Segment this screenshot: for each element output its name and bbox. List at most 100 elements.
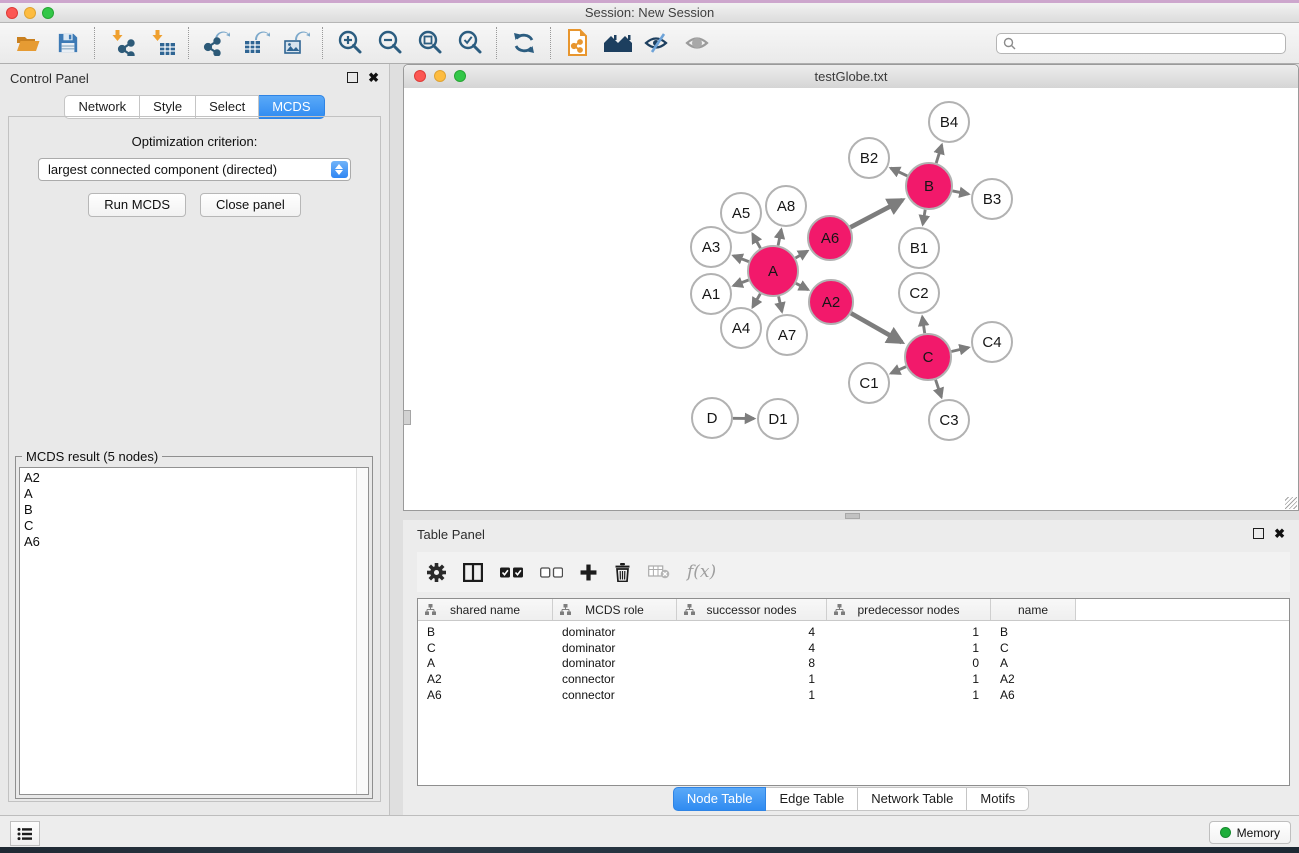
node-D[interactable]: D <box>692 398 732 438</box>
edge-A-A2[interactable] <box>796 283 808 289</box>
node-C3[interactable]: C3 <box>929 400 969 440</box>
float-table-panel-button[interactable] <box>1253 528 1264 539</box>
column-header-predecessor-nodes[interactable]: predecessor nodes <box>827 599 991 620</box>
table-row-c[interactable]: Cdominator41C <box>418 640 1289 656</box>
edge-B-B3[interactable] <box>953 191 969 194</box>
network-window-titlebar[interactable]: testGlobe.txt <box>404 65 1298 89</box>
mcds-result-title: MCDS result (5 nodes) <box>22 449 162 464</box>
result-item-c[interactable]: C <box>20 518 368 534</box>
result-scrollbar[interactable] <box>356 468 368 794</box>
result-item-a2[interactable]: A2 <box>20 470 368 486</box>
zoom-selected-button[interactable] <box>450 25 490 61</box>
edge-A-A8[interactable] <box>778 230 781 246</box>
edge-C-C1[interactable] <box>891 367 906 374</box>
tab-edge-table[interactable]: Edge Table <box>766 787 858 811</box>
deselect-all-button[interactable] <box>540 559 563 585</box>
resize-grip-icon[interactable] <box>1285 497 1297 509</box>
edge-A-A6[interactable] <box>796 251 808 258</box>
node-A1[interactable]: A1 <box>691 274 731 314</box>
zoom-out-button[interactable] <box>370 25 410 61</box>
tab-node-table[interactable]: Node Table <box>673 787 767 811</box>
import-network-button[interactable] <box>102 25 142 61</box>
node-C2[interactable]: C2 <box>899 273 939 313</box>
node-B3[interactable]: B3 <box>972 179 1012 219</box>
node-A2[interactable]: A2 <box>809 280 853 324</box>
show-panels-button[interactable] <box>10 821 40 846</box>
birdseye-button[interactable] <box>678 25 718 61</box>
edge-A-A4[interactable] <box>753 294 761 307</box>
zoom-in-button[interactable] <box>330 25 370 61</box>
zoom-fit-button[interactable] <box>410 25 450 61</box>
select-all-button[interactable] <box>500 559 523 585</box>
run-mcds-button[interactable]: Run MCDS <box>88 193 186 217</box>
new-network-from-selection-button[interactable] <box>558 25 598 61</box>
node-A8[interactable]: A8 <box>766 186 806 226</box>
node-D1[interactable]: D1 <box>758 399 798 439</box>
table-settings-button[interactable] <box>427 559 446 585</box>
canvas-scroll-thumb-horizontal[interactable] <box>845 513 860 519</box>
table-row-a2[interactable]: A2connector11A2 <box>418 671 1289 687</box>
hide-graphics-button[interactable] <box>638 25 678 61</box>
column-header-shared-name[interactable]: shared name <box>418 599 553 620</box>
edge-A2-C[interactable] <box>851 313 902 342</box>
import-table-button[interactable] <box>142 25 182 61</box>
add-column-button[interactable] <box>580 559 597 585</box>
close-table-panel-button[interactable]: ✖ <box>1274 529 1285 539</box>
column-header-MCDS-role[interactable]: MCDS role <box>553 599 677 620</box>
close-panel-button[interactable]: ✖ <box>368 73 379 83</box>
table-row-b[interactable]: Bdominator41B <box>418 624 1289 640</box>
tab-motifs[interactable]: Motifs <box>967 787 1029 811</box>
canvas-scroll-thumb[interactable] <box>403 410 411 425</box>
export-network-button[interactable] <box>196 25 236 61</box>
network-canvas[interactable]: B4 B2 B B3 A8A5 A6 A3 B1 A A1 C2 A2 A4 A7 C4 C C1 C3 D D1 <box>404 88 1298 510</box>
node-C4[interactable]: C4 <box>972 322 1012 362</box>
save-session-button[interactable] <box>48 25 88 61</box>
node-A7[interactable]: A7 <box>767 315 807 355</box>
table-row-a6[interactable]: A6connector11A6 <box>418 687 1289 703</box>
open-session-button[interactable] <box>8 25 48 61</box>
node-A3[interactable]: A3 <box>691 227 731 267</box>
export-table-button[interactable] <box>236 25 276 61</box>
result-item-b[interactable]: B <box>20 502 368 518</box>
edge-A-A3[interactable] <box>733 256 748 262</box>
edge-B-B2[interactable] <box>891 168 908 176</box>
table-row-a[interactable]: Adominator80A <box>418 656 1289 672</box>
edge-B-B1[interactable] <box>923 210 925 225</box>
close-panel-button-mcds[interactable]: Close panel <box>200 193 301 217</box>
search-input[interactable] <box>1020 36 1279 52</box>
edge-C-C3[interactable] <box>936 380 942 397</box>
result-item-a6[interactable]: A6 <box>20 534 368 550</box>
export-image-button[interactable] <box>276 25 316 61</box>
result-item-a[interactable]: A <box>20 486 368 502</box>
node-C[interactable]: C <box>905 334 951 380</box>
tab-network-table[interactable]: Network Table <box>858 787 967 811</box>
node-B[interactable]: B <box>906 163 952 209</box>
column-header-successor-nodes[interactable]: successor nodes <box>677 599 827 620</box>
node-A5[interactable]: A5 <box>721 193 761 233</box>
node-B2[interactable]: B2 <box>849 138 889 178</box>
edge-A-A5[interactable] <box>753 234 761 248</box>
column-header-name[interactable]: name <box>991 599 1076 620</box>
show-columns-button[interactable] <box>463 559 483 585</box>
mcds-result-list[interactable]: A2ABCA6 <box>19 467 369 795</box>
svg-text:A4: A4 <box>732 320 750 337</box>
node-A6[interactable]: A6 <box>808 216 852 260</box>
network-graph[interactable]: B4 B2 B B3 A8A5 A6 A3 B1 A A1 C2 A2 A4 A7 C4 C C1 C3 D D1 <box>404 88 1298 509</box>
edge-A6-B[interactable] <box>850 200 902 227</box>
memory-button[interactable]: Memory <box>1209 821 1291 844</box>
node-A[interactable]: A <box>748 246 798 296</box>
edge-C-C2[interactable] <box>922 317 924 333</box>
node-B1[interactable]: B1 <box>899 228 939 268</box>
criterion-select[interactable]: largest connected component (directed) <box>38 158 351 181</box>
edge-A-A1[interactable] <box>734 280 749 286</box>
edge-A-A7[interactable] <box>779 296 782 311</box>
float-panel-button[interactable] <box>347 72 358 83</box>
home-networks-button[interactable] <box>598 25 638 61</box>
edge-C-C4[interactable] <box>951 348 968 352</box>
node-C1[interactable]: C1 <box>849 363 889 403</box>
refresh-button[interactable] <box>504 25 544 61</box>
node-B4[interactable]: B4 <box>929 102 969 142</box>
delete-column-button[interactable] <box>614 559 631 585</box>
node-A4[interactable]: A4 <box>721 308 761 348</box>
edge-B-B4[interactable] <box>936 145 942 163</box>
